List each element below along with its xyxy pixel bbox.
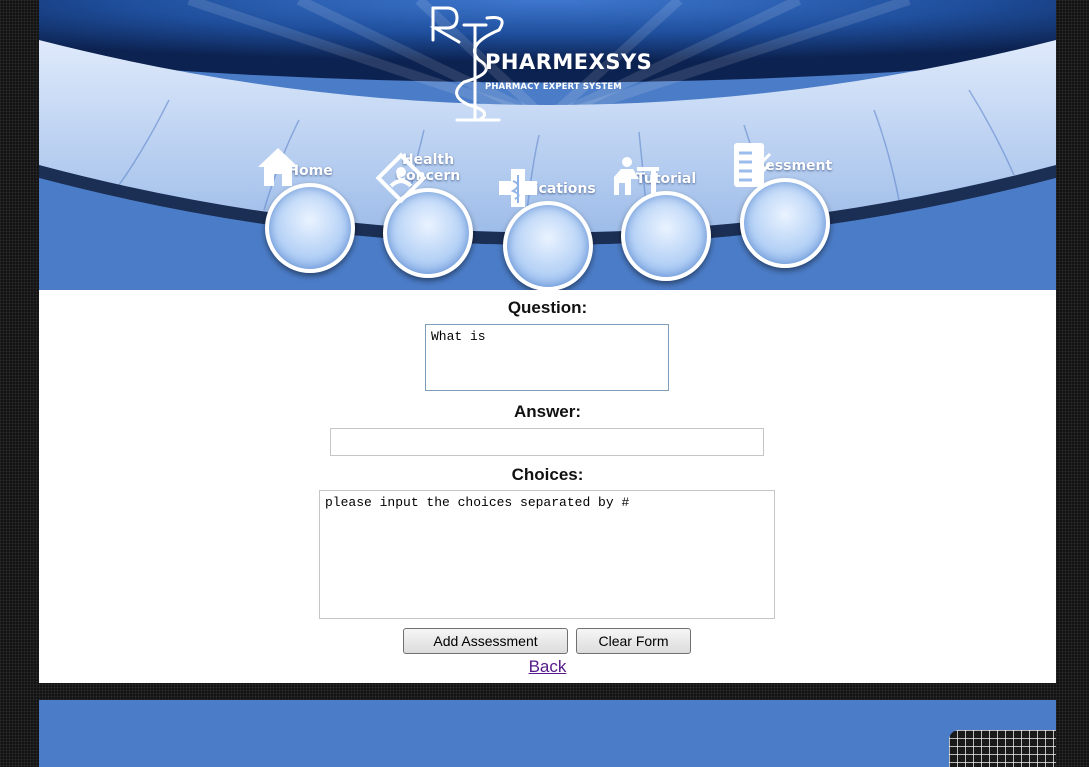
health-badge-icon — [375, 152, 473, 278]
assessment-form: Question: What is Answer: Choices: pleas… — [39, 290, 1056, 683]
nav-health-concern[interactable]: Health Concern — [373, 150, 483, 278]
choices-label: Choices: — [511, 465, 584, 484]
nav-home[interactable]: Home — [255, 145, 365, 273]
answer-label: Answer: — [513, 402, 582, 421]
site-header: PHARMEXSYS PHARMACY EXPERT SYSTEM Home H… — [39, 0, 1056, 290]
nav-medications[interactable]: Medications — [493, 163, 603, 290]
question-field[interactable]: What is — [425, 324, 669, 391]
house-icon — [258, 148, 355, 273]
back-link[interactable]: Back — [39, 657, 1056, 677]
site-footer — [39, 700, 1056, 767]
page: PHARMEXSYS PHARMACY EXPERT SYSTEM Home H… — [39, 0, 1056, 767]
student-desk-icon — [614, 157, 711, 281]
choices-field[interactable]: please input the choices separated by # — [319, 490, 775, 619]
nav-assessment[interactable]: Assessment — [730, 140, 840, 268]
footer-grid-decoration — [949, 730, 1056, 767]
medical-cross-icon — [499, 169, 593, 290]
checklist-icon — [734, 143, 830, 268]
answer-field[interactable] — [330, 428, 764, 456]
add-assessment-button[interactable]: Add Assessment — [403, 628, 568, 654]
clear-form-button[interactable]: Clear Form — [576, 628, 691, 654]
question-label: Question: — [507, 298, 588, 317]
nav-tutorial[interactable]: Tutorial — [611, 153, 721, 281]
logo-title: PHARMEXSYS — [485, 50, 653, 74]
logo-subtitle: PHARMACY EXPERT SYSTEM — [485, 82, 622, 92]
